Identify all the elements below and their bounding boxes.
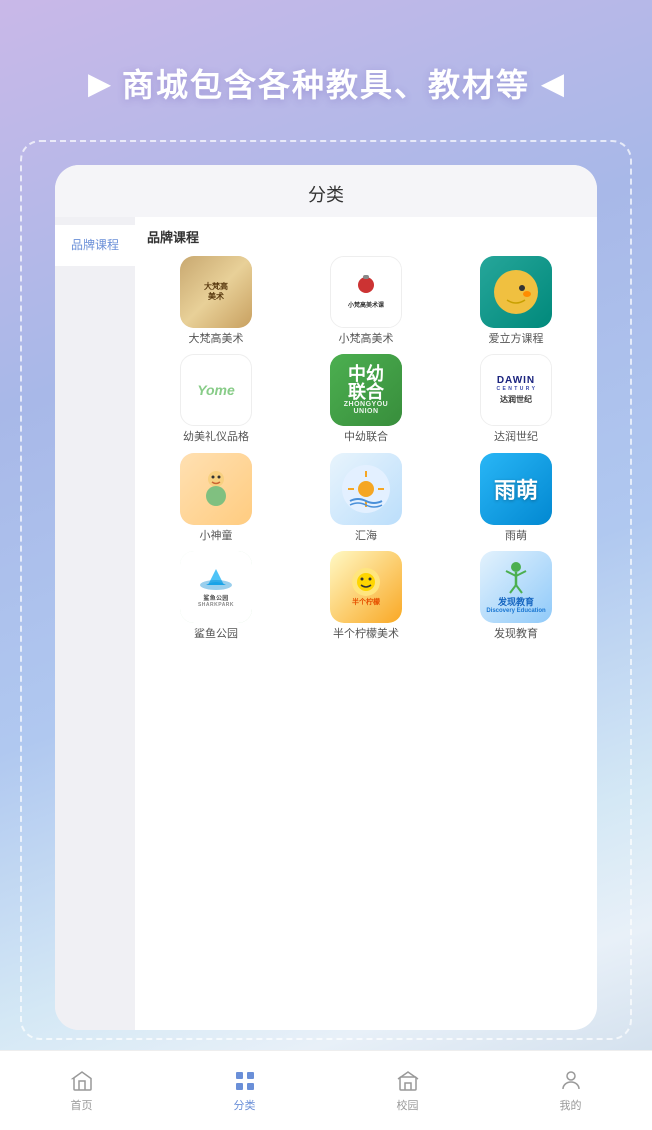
brand-logo-xiaoshentong [180, 453, 252, 525]
brand-name-sharkpark: 鲨鱼公园 [194, 627, 238, 641]
category-icon [233, 1069, 257, 1093]
brand-name-ailifang: 爱立方课程 [489, 332, 544, 346]
brand-name-huihai: 汇海 [355, 529, 377, 543]
sidebar-item-brand-course[interactable]: 品牌课程 [55, 225, 135, 266]
brand-item-ailifang[interactable]: 爱立方课程 [443, 256, 589, 346]
brand-item-darun[interactable]: DAWIN C E N T U R Y 达润世纪 达润世纪 [443, 354, 589, 444]
brand-grid: 大梵高美术 大梵高美术 小梵高 [143, 256, 589, 641]
brand-logo-xiaofan: 小梵高美术课 [330, 256, 402, 328]
brand-name-yumeng: 雨萌 [505, 529, 527, 543]
brand-item-xiaoshentong[interactable]: 小神童 [143, 453, 289, 543]
nav-item-home[interactable]: 首页 [54, 1061, 110, 1121]
nav-label-home: 首页 [71, 1097, 93, 1113]
brand-item-faxian[interactable]: 发现教育 Discovery Education 发现教育 [443, 551, 589, 641]
brand-logo-youmei: Yome [180, 354, 252, 426]
main-card: 分类 品牌课程 品牌课程 大梵高美术 大梵高美术 [55, 165, 597, 1030]
arrow-left-icon: ▶ [88, 67, 110, 100]
brand-logo-yumeng: 雨萌 [480, 453, 552, 525]
brand-name-xiaofan: 小梵高美术 [339, 332, 394, 346]
brand-item-youmei[interactable]: Yome 幼美礼仪品格 [143, 354, 289, 444]
brand-item-zhongyou[interactable]: 中幼 联合 ZHONGYOU UNION 中幼联合 [293, 354, 439, 444]
brand-name-dafan: 大梵高美术 [189, 332, 244, 346]
header-title: 商城包含各种教具、教材等 [122, 60, 530, 106]
brand-name-zhongyou: 中幼联合 [344, 430, 388, 444]
nav-item-mine[interactable]: 我的 [543, 1061, 599, 1121]
brand-logo-zhongyou: 中幼 联合 ZHONGYOU UNION [330, 354, 402, 426]
brand-logo-dafan: 大梵高美术 [180, 256, 252, 328]
nav-item-category[interactable]: 分类 [217, 1061, 273, 1121]
brand-item-huihai[interactable]: 汇海 [293, 453, 439, 543]
brand-name-youmei: 幼美礼仪品格 [183, 430, 249, 444]
home-icon [70, 1069, 94, 1093]
section-title: 品牌课程 [143, 227, 589, 246]
brand-logo-faxian: 发现教育 Discovery Education [480, 551, 552, 623]
brand-item-xiaofan[interactable]: 小梵高美术课 小梵高美术 [293, 256, 439, 346]
content-area: 品牌课程 大梵高美术 大梵高美术 [135, 217, 597, 1030]
brand-name-faxian: 发现教育 [494, 627, 538, 641]
sidebar: 品牌课程 [55, 217, 135, 1030]
brand-name-banlemon: 半个柠檬美术 [333, 627, 399, 641]
brand-item-banlemon[interactable]: 半个柠檬 半个柠檬美术 [293, 551, 439, 641]
brand-item-yumeng[interactable]: 雨萌 雨萌 [443, 453, 589, 543]
brand-logo-sharkpark: 鲨鱼公园 SHARKPARK [180, 551, 252, 623]
bottom-navigation: 首页 分类 校园 我的 [0, 1050, 652, 1130]
arrow-right-icon: ◀ [542, 67, 564, 100]
brand-logo-ailifang [480, 256, 552, 328]
nav-label-campus: 校园 [397, 1097, 419, 1113]
brand-logo-huihai [330, 453, 402, 525]
brand-item-dafan[interactable]: 大梵高美术 大梵高美术 [143, 256, 289, 346]
nav-item-campus[interactable]: 校园 [380, 1061, 436, 1121]
mine-icon [559, 1069, 583, 1093]
header-banner: ▶ 商城包含各种教具、教材等 ◀ [0, 60, 652, 106]
brand-logo-banlemon: 半个柠檬 [330, 551, 402, 623]
svg-text:小梵高美术课: 小梵高美术课 [347, 301, 385, 309]
brand-logo-darun: DAWIN C E N T U R Y 达润世纪 [480, 354, 552, 426]
card-body: 品牌课程 品牌课程 大梵高美术 大梵高美术 [55, 217, 597, 1030]
card-title: 分类 [55, 165, 597, 217]
nav-label-mine: 我的 [560, 1097, 582, 1113]
brand-name-xiaoshentong: 小神童 [200, 529, 233, 543]
brand-name-darun: 达润世纪 [494, 430, 538, 444]
nav-label-category: 分类 [234, 1097, 256, 1113]
campus-icon [396, 1069, 420, 1093]
svg-text:半个柠檬: 半个柠檬 [352, 597, 380, 606]
brand-item-sharkpark[interactable]: 鲨鱼公园 SHARKPARK 鲨鱼公园 [143, 551, 289, 641]
